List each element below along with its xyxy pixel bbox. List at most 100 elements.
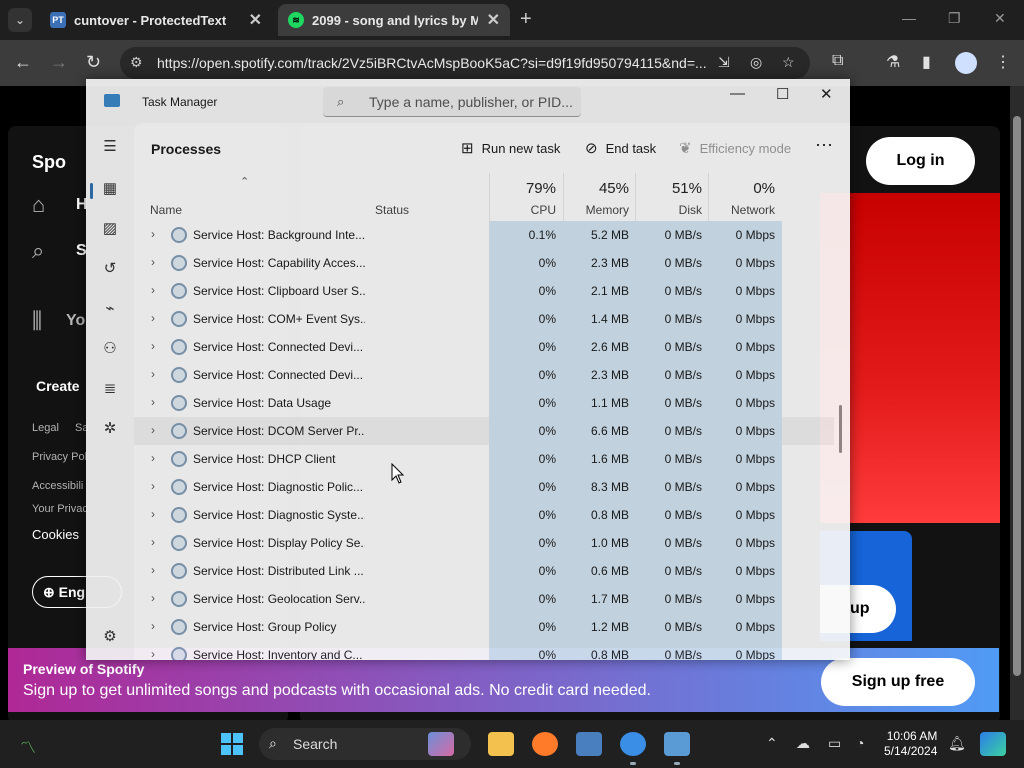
end-task-button[interactable]: ⊘ End task [585, 139, 656, 157]
scrollbar-thumb[interactable] [1013, 116, 1021, 676]
footer-link-accessibility[interactable]: Accessibili [32, 480, 83, 492]
minimize-icon[interactable]: — [902, 10, 916, 26]
process-list-scrollbar[interactable] [839, 405, 842, 453]
page-scrollbar[interactable] [1010, 86, 1024, 720]
network-column-header[interactable]: Network [709, 203, 775, 217]
expand-chevron-icon[interactable]: › [151, 619, 155, 633]
expand-chevron-icon[interactable]: › [151, 255, 155, 269]
expand-chevron-icon[interactable]: › [151, 563, 155, 577]
library-link[interactable]: Yo [66, 312, 85, 330]
network-offline-icon[interactable]: ☁ [796, 735, 810, 752]
hamburger-menu-icon[interactable]: ☰ [100, 137, 120, 157]
login-button[interactable]: Log in [866, 137, 975, 185]
details-icon[interactable]: ≣ [100, 379, 120, 399]
app-history-icon[interactable]: ↺ [100, 259, 120, 279]
restore-icon[interactable]: ❐ [948, 10, 961, 27]
process-row[interactable]: › Service Host: Group Policy 0% 1.2 MB 0 MB/… [134, 613, 834, 641]
services-icon[interactable]: ✲ [100, 419, 120, 439]
expand-chevron-icon[interactable]: › [151, 283, 155, 297]
back-arrow-icon[interactable]: ← [14, 52, 32, 73]
process-row[interactable]: › Service Host: DHCP Client 0% 1.6 MB 0 MB/s… [134, 445, 834, 473]
expand-chevron-icon[interactable]: › [151, 647, 155, 660]
close-tab-icon[interactable]: ✕ [487, 10, 500, 30]
chrome-icon[interactable] [620, 732, 646, 756]
volume-icon[interactable]: ◔ [856, 735, 864, 751]
expand-chevron-icon[interactable]: › [151, 339, 155, 353]
labs-flask-icon[interactable]: ⚗ [886, 52, 900, 72]
process-row[interactable]: › Service Host: Data Usage 0% 1.1 MB 0 MB/s 0… [134, 389, 834, 417]
expand-chevron-icon[interactable]: › [151, 535, 155, 549]
profile-avatar-icon[interactable] [955, 52, 977, 74]
run-new-task-button[interactable]: ⊞ Run new task [461, 139, 560, 157]
display-icon[interactable]: ▭ [828, 735, 841, 752]
expand-chevron-icon[interactable]: › [151, 451, 155, 465]
signup-free-button[interactable]: Sign up free [821, 658, 975, 706]
footer-link-your-privacy[interactable]: Your Privac [32, 503, 88, 515]
process-row[interactable]: › Service Host: Background Inte... 0.1% 5.2… [134, 221, 834, 249]
browser-tab-protectedtext[interactable]: PT cuntover - ProtectedText ✕ [40, 4, 272, 36]
network-usage-total[interactable]: 0% [709, 180, 775, 197]
file-explorer-icon[interactable] [488, 732, 514, 756]
name-column-header[interactable]: Name [150, 203, 182, 217]
process-row[interactable]: › Service Host: Connected Devi... 0% 2.6 MB… [134, 333, 834, 361]
new-tab-button[interactable]: + [520, 8, 532, 31]
tab-search-button[interactable]: ⌄ [8, 8, 32, 32]
spotify-logo[interactable]: Spo [32, 152, 66, 173]
copilot-pre-icon[interactable] [980, 732, 1006, 756]
process-row[interactable]: › Service Host: Display Policy Se... 0% 1.0… [134, 529, 834, 557]
address-bar[interactable]: ⚙ https://open.spotify.com/track/2Vz5iBR… [120, 47, 810, 79]
extensions-icon[interactable]: ⧉ [832, 52, 843, 70]
cpu-column-header[interactable]: CPU [496, 203, 556, 217]
settings-gear-icon[interactable]: ⚙ [100, 627, 120, 647]
process-row[interactable]: › Service Host: Connected Devi... 0% 2.3 MB… [134, 361, 834, 389]
startup-apps-icon[interactable]: ⌁ [100, 299, 120, 319]
firefox-icon[interactable] [532, 732, 558, 756]
memory-column-header[interactable]: Memory [564, 203, 629, 217]
expand-chevron-icon[interactable]: › [151, 311, 155, 325]
close-tab-icon[interactable]: ✕ [249, 10, 262, 30]
expand-chevron-icon[interactable]: › [151, 367, 155, 381]
side-panel-icon[interactable]: ▮ [922, 52, 931, 72]
expand-chevron-icon[interactable]: › [151, 507, 155, 521]
process-row[interactable]: › Service Host: COM+ Event Sys... 0% 1.4 MB… [134, 305, 834, 333]
menu-kebab-icon[interactable]: ⋮ [995, 52, 1011, 72]
process-row[interactable]: › Service Host: Inventory and C... 0% 0.8 M… [134, 641, 834, 660]
status-column-header[interactable]: Status [375, 203, 409, 217]
footer-link-legal[interactable]: Legal [32, 422, 59, 434]
sort-caret-icon[interactable]: ⌃ [240, 175, 249, 188]
expand-chevron-icon[interactable]: › [151, 423, 155, 437]
footer-link-privacy[interactable]: Privacy Pol [32, 451, 87, 463]
minimize-icon[interactable]: — [730, 85, 745, 102]
performance-icon[interactable]: ▨ [100, 219, 120, 239]
forward-arrow-icon[interactable]: → [50, 52, 68, 73]
process-row[interactable]: › Service Host: Distributed Link ... 0% 0.6… [134, 557, 834, 585]
process-row[interactable]: › Service Host: DCOM Server Pr... 0% 6.6 MB… [134, 417, 834, 445]
notifications-bell-icon[interactable]: 🔔︎ [948, 735, 966, 752]
close-window-icon[interactable]: ✕ [994, 10, 1006, 27]
windows-start-icon[interactable] [221, 733, 243, 755]
copilot-search-highlight-icon[interactable] [428, 732, 454, 756]
tracking-protection-icon[interactable]: ◎ [750, 54, 762, 71]
disk-usage-total[interactable]: 51% [636, 180, 702, 197]
process-row[interactable]: › Service Host: Diagnostic Polic... 0% 8.3 … [134, 473, 834, 501]
site-info-icon[interactable]: ⚙ [130, 54, 143, 71]
cpu-usage-total[interactable]: 79% [496, 180, 556, 197]
task-manager-titlebar[interactable]: Task Manager ⌕ Type a name, publisher, o… [86, 79, 850, 123]
install-app-icon[interactable]: ⇲ [718, 54, 730, 71]
url-text[interactable]: https://open.spotify.com/track/2Vz5iBRCt… [157, 55, 712, 71]
disk-column-header[interactable]: Disk [636, 203, 702, 217]
browser-tab-spotify[interactable]: ≋ 2099 - song and lyrics by Mer ✕ [278, 4, 510, 36]
expand-chevron-icon[interactable]: › [151, 479, 155, 493]
reload-icon[interactable]: ↻ [86, 52, 101, 73]
efficiency-mode-button[interactable]: ❦ Efficiency mode [679, 139, 791, 157]
bookmark-star-icon[interactable]: ☆ [782, 54, 795, 71]
process-search-input[interactable]: ⌕ Type a name, publisher, or PID... [323, 87, 581, 117]
widgets-chart-icon[interactable]: 〽 [20, 734, 36, 758]
library-icon[interactable]: ⫼ [32, 308, 42, 334]
task-manager-taskbar-icon[interactable] [664, 732, 690, 756]
virtualbox-icon[interactable] [576, 732, 602, 756]
more-options-icon[interactable]: ⋯ [815, 135, 833, 156]
search-icon[interactable]: ⌕ [32, 238, 44, 264]
expand-chevron-icon[interactable]: › [151, 591, 155, 605]
users-icon[interactable]: ⚇ [100, 339, 120, 359]
